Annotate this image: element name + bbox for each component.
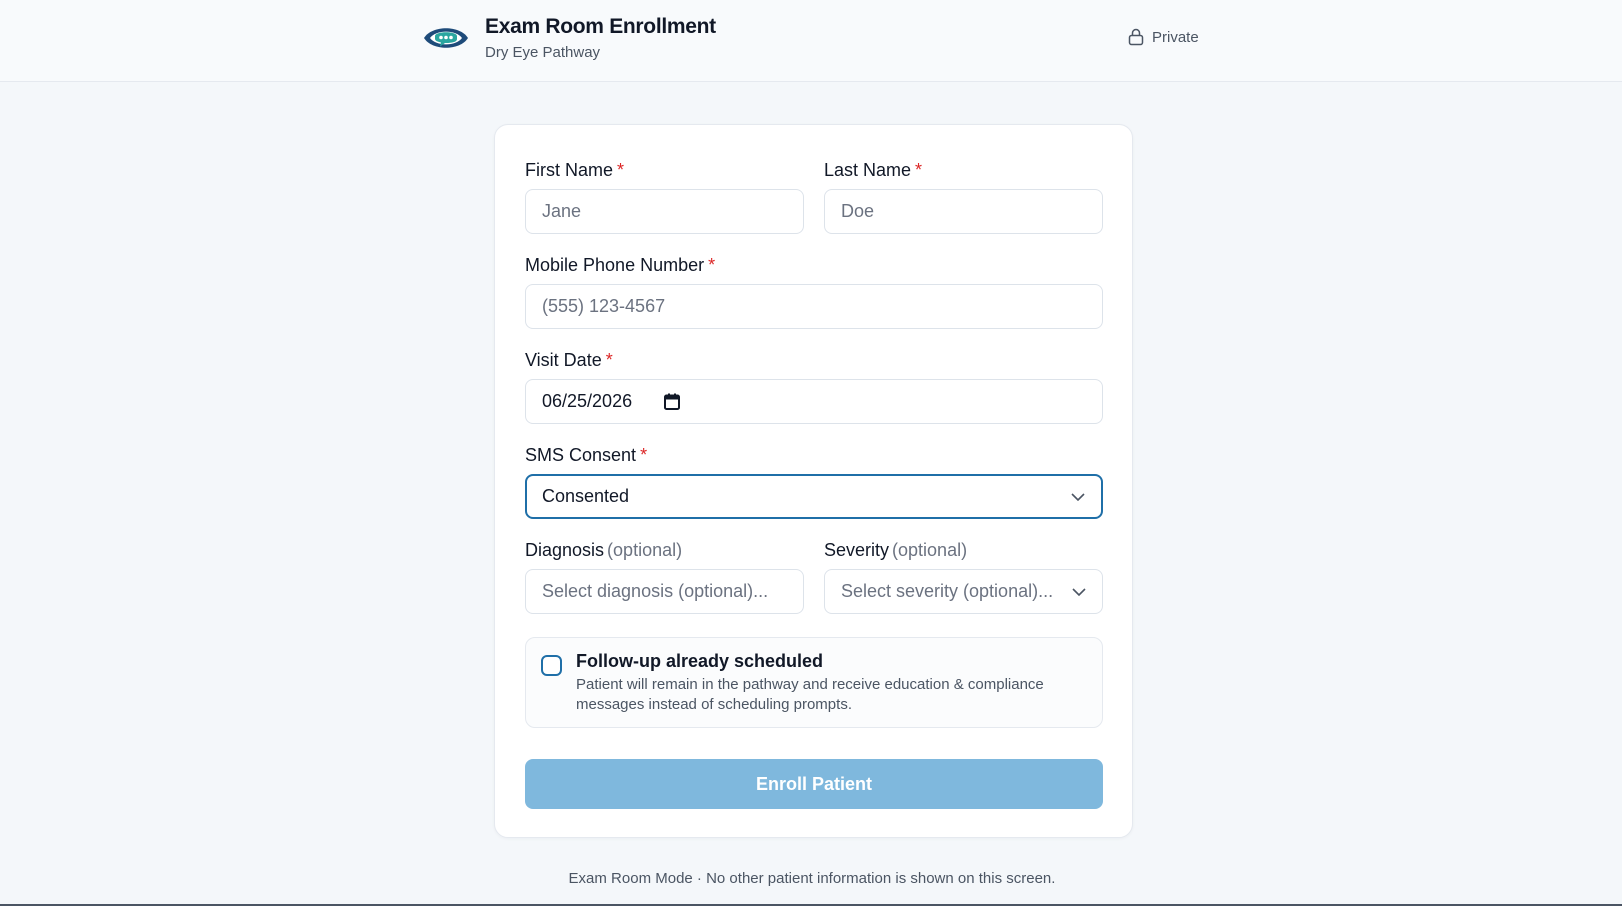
first-name-field: First Name * Jane bbox=[525, 159, 804, 234]
sms-consent-field: SMS Consent * Consented bbox=[525, 444, 1103, 519]
exam-room-mode-note: Exam Room Mode · No other patient inform… bbox=[568, 870, 1056, 887]
diagnosis-label: Diagnosis (optional) bbox=[525, 540, 683, 560]
last-name-label: Last Name * bbox=[824, 160, 923, 180]
lock-icon bbox=[1128, 28, 1144, 46]
severity-select[interactable]: Select severity (optional)... bbox=[824, 569, 1103, 614]
sms-consent-select[interactable]: Consented bbox=[525, 474, 1103, 519]
followup-title: Follow-up already scheduled bbox=[576, 651, 824, 671]
sms-consent-label: SMS Consent * bbox=[525, 445, 648, 465]
severity-field: Severity (optional) Select severity (opti… bbox=[824, 539, 1103, 614]
visit-date-field: Visit Date * 06/25/2026 bbox=[525, 349, 1103, 424]
severity-label: Severity (optional) bbox=[824, 540, 968, 560]
visit-date-value: 06/25/2026 bbox=[542, 391, 633, 411]
visit-date-label: Visit Date * bbox=[525, 350, 613, 370]
brand-text: Exam Room Enrollment Dry Eye Pathway bbox=[485, 15, 716, 61]
diagnosis-field: Diagnosis (optional) Select diagnosis (op… bbox=[525, 539, 804, 614]
followup-description: Patient will remain in the pathway and r… bbox=[576, 676, 1044, 713]
required-mark: * bbox=[708, 255, 716, 275]
last-name-field: Last Name * Doe bbox=[824, 159, 1103, 234]
followup-checkbox[interactable] bbox=[541, 655, 562, 676]
app-header: Exam Room Enrollment Dry Eye Pathway Pri… bbox=[0, 0, 1622, 82]
severity-placeholder: Select severity (optional)... bbox=[841, 581, 1054, 601]
diagnosis-select[interactable]: Select diagnosis (optional)... bbox=[525, 569, 804, 614]
phone-input[interactable]: (555) 123-4567 bbox=[525, 284, 1103, 329]
enrollment-form: First Name * Jane Last Name * Doe Mobile P… bbox=[494, 124, 1133, 838]
enroll-patient-button[interactable]: Enroll Patient bbox=[525, 759, 1103, 809]
first-name-input[interactable]: Jane bbox=[525, 189, 804, 234]
page-subtitle: Dry Eye Pathway bbox=[485, 44, 601, 61]
required-mark: * bbox=[640, 445, 648, 465]
eye-chat-icon bbox=[424, 28, 468, 48]
calendar-icon[interactable] bbox=[664, 393, 681, 410]
chevron-down-icon bbox=[1072, 587, 1086, 596]
chevron-down-icon bbox=[1071, 492, 1085, 501]
phone-field: Mobile Phone Number * (555) 123-4567 bbox=[525, 254, 1103, 329]
visit-date-input[interactable]: 06/25/2026 bbox=[525, 379, 1103, 424]
followup-option[interactable]: Follow-up already scheduled Patient will… bbox=[525, 637, 1103, 728]
first-name-label: First Name * bbox=[525, 160, 625, 180]
last-name-input[interactable]: Doe bbox=[824, 189, 1103, 234]
optional-text: (optional) bbox=[892, 540, 968, 560]
page-title: Exam Room Enrollment bbox=[485, 15, 716, 38]
privacy-label: Private bbox=[1152, 28, 1199, 46]
brand: Exam Room Enrollment Dry Eye Pathway bbox=[422, 14, 716, 62]
sms-consent-value: Consented bbox=[542, 486, 630, 506]
required-mark: * bbox=[605, 350, 613, 370]
phone-label: Mobile Phone Number * bbox=[525, 255, 716, 275]
optional-text: (optional) bbox=[607, 540, 683, 560]
privacy-indicator: Private bbox=[1128, 28, 1199, 46]
required-mark: * bbox=[617, 160, 625, 180]
required-mark: * bbox=[915, 160, 923, 180]
